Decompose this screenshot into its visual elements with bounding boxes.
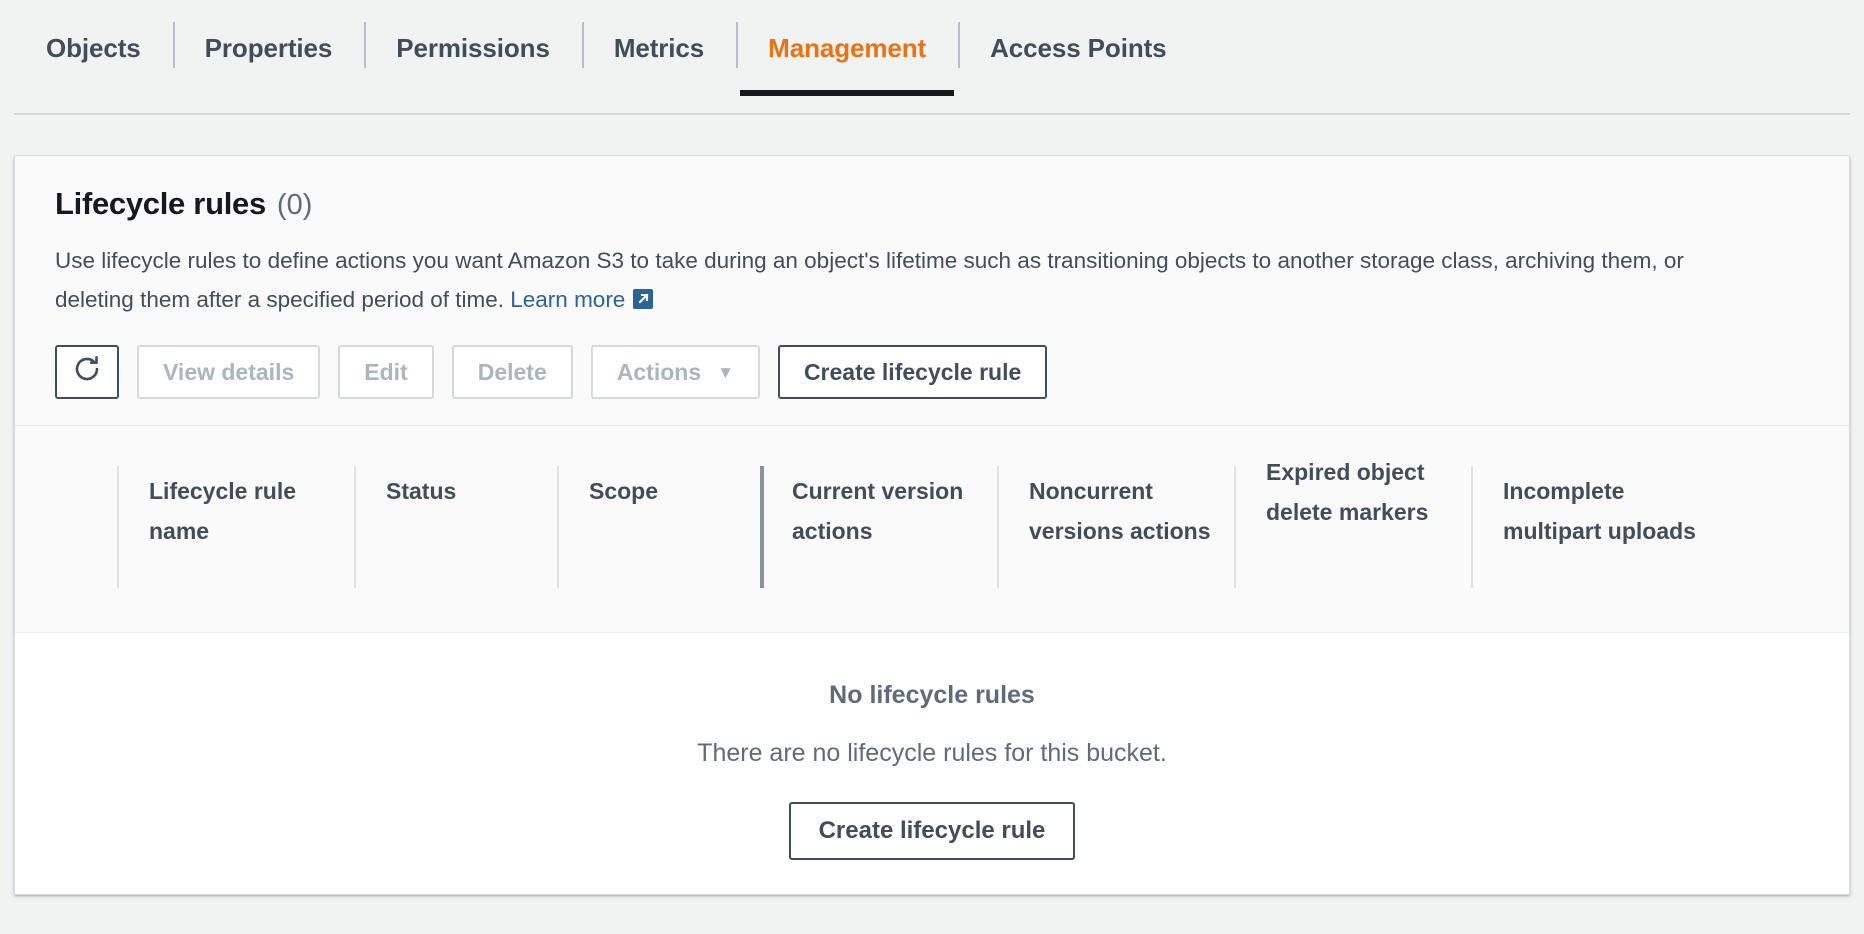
tab-management-label: Management — [768, 32, 927, 63]
create-lifecycle-rule-button[interactable]: Create lifecycle rule — [777, 345, 1048, 399]
column-header-lifecycle-rule-name[interactable]: Lifecycle rule name — [117, 426, 354, 632]
tab-objects[interactable]: Objects — [14, 0, 173, 96]
column-header-current-version-actions[interactable]: Current version actions — [760, 426, 997, 632]
empty-state-actions: Create lifecycle rule — [15, 802, 1849, 860]
column-header-expired-object-delete-markers[interactable]: Expired object delete markers — [1234, 426, 1471, 632]
rules-count-badge: (0) — [276, 189, 313, 221]
empty-state-subtitle: There are no lifecycle rules for this bu… — [697, 739, 1167, 767]
tab-objects-label: Objects — [46, 32, 141, 63]
column-label: Scope — [589, 478, 659, 504]
empty-state: No lifecycle rules There are no lifecycl… — [15, 633, 1849, 860]
description-text: Use lifecycle rules to define actions yo… — [55, 248, 1684, 312]
panel-description: Use lifecycle rules to define actions yo… — [55, 241, 1755, 323]
edit-button[interactable]: Edit — [338, 345, 434, 399]
tab-properties[interactable]: Properties — [172, 0, 365, 96]
column-label: Lifecycle rule name — [149, 478, 297, 544]
actions-dropdown-button[interactable]: Actions ▼ — [590, 345, 760, 399]
tab-list: Objects Properties Permissions Metrics M… — [0, 0, 1864, 115]
column-header-noncurrent-versions-actions[interactable]: Noncurrent versions actions — [997, 426, 1234, 632]
view-details-label: View details — [163, 358, 295, 385]
tab-properties-label: Properties — [204, 32, 333, 63]
empty-state-create-label: Create lifecycle rule — [818, 817, 1046, 844]
lifecycle-toolbar: View details Edit Delete Actions ▼ Creat… — [55, 345, 1809, 425]
delete-button[interactable]: Delete — [451, 345, 573, 399]
tab-access-points[interactable]: Access Points — [958, 0, 1198, 96]
delete-label: Delete — [477, 358, 547, 385]
refresh-icon — [72, 354, 102, 390]
tab-metrics-label: Metrics — [613, 32, 705, 63]
panel-header: Lifecycle rules (0) Use lifecycle rules … — [15, 156, 1849, 426]
lifecycle-table-header: Lifecycle rule name Status Scope Current… — [15, 426, 1849, 633]
view-details-button[interactable]: View details — [137, 345, 321, 399]
chevron-down-icon: ▼ — [717, 362, 734, 382]
column-label: Noncurrent versions actions — [1029, 478, 1211, 544]
lifecycle-rules-panel: Lifecycle rules (0) Use lifecycle rules … — [14, 155, 1850, 895]
external-link-icon — [631, 284, 655, 323]
tab-permissions[interactable]: Permissions — [364, 0, 582, 96]
actions-label: Actions — [616, 358, 702, 385]
tab-access-points-label: Access Points — [990, 32, 1167, 63]
create-lifecycle-rule-label: Create lifecycle rule — [803, 358, 1022, 385]
column-header-scope[interactable]: Scope — [557, 426, 760, 632]
column-label: Expired object delete markers — [1266, 459, 1429, 525]
tabbar-divider — [14, 113, 1850, 115]
page-title: Lifecycle rules — [55, 186, 266, 221]
column-label: Status — [386, 478, 457, 504]
learn-more-link[interactable]: Learn more — [510, 287, 625, 312]
column-label: Current version actions — [792, 478, 964, 544]
column-header-incomplete-multipart-uploads[interactable]: Incomplete multipart uploads — [1471, 426, 1731, 632]
column-label: Incomplete multipart uploads — [1503, 478, 1696, 544]
panel-title-row: Lifecycle rules (0) — [55, 186, 1809, 222]
tab-metrics[interactable]: Metrics — [581, 0, 736, 96]
refresh-button[interactable] — [55, 345, 119, 399]
empty-state-title: No lifecycle rules — [829, 681, 1035, 709]
tab-permissions-label: Permissions — [396, 32, 550, 63]
column-header-status[interactable]: Status — [354, 426, 557, 632]
edit-label: Edit — [364, 358, 408, 385]
empty-state-create-lifecycle-rule-button[interactable]: Create lifecycle rule — [788, 802, 1076, 860]
bucket-tabs: Objects Properties Permissions Metrics M… — [0, 0, 1864, 115]
tab-management[interactable]: Management — [736, 0, 958, 96]
